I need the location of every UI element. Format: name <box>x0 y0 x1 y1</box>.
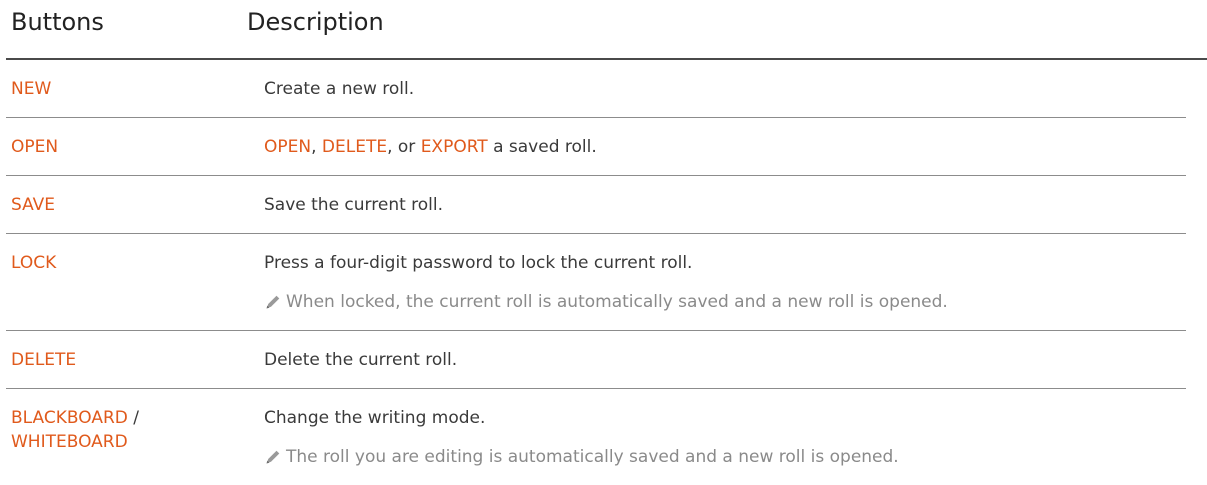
export-keyword: EXPORT <box>420 137 488 157</box>
note-lock: When locked, the current roll is automat… <box>264 290 948 314</box>
note-blackboard-whiteboard-text: The roll you are editing is automaticall… <box>286 447 899 467</box>
note-lock-text: When locked, the current roll is automat… <box>286 292 948 312</box>
button-name-blackboard-whiteboard: BLACKBOARD / WHITEBOARD <box>11 406 139 454</box>
button-name-save: SAVE <box>11 195 56 215</box>
table-row-lock: LOCK Press a four-digit password to lock… <box>6 234 1186 331</box>
header-buttons: Buttons <box>11 8 104 36</box>
table-row-delete: DELETE Delete the current roll. <box>6 331 1186 389</box>
desc-tail: a saved roll. <box>487 137 597 157</box>
button-name-blackboard: BLACKBOARD <box>11 408 128 428</box>
table-row-new: NEW Create a new roll. <box>6 60 1186 118</box>
table-row-open: OPEN OPEN, DELETE, or EXPORT a saved rol… <box>6 118 1186 176</box>
description-new: Create a new roll. <box>264 79 415 99</box>
desc-separator-1: , <box>311 137 322 157</box>
table-row-save: SAVE Save the current roll. <box>6 176 1186 234</box>
description-blackboard-whiteboard: Change the writing mode. <box>264 408 486 428</box>
description-lock: Press a four-digit password to lock the … <box>264 253 693 273</box>
open-keyword: OPEN <box>264 137 312 157</box>
button-name-lock: LOCK <box>11 253 57 273</box>
description-save: Save the current roll. <box>264 195 444 215</box>
description-open: OPEN, DELETE, or EXPORT a saved roll. <box>264 135 597 159</box>
table-row-blackboard-whiteboard: BLACKBOARD / WHITEBOARD Change the writi… <box>6 389 1186 485</box>
description-delete: Delete the current roll. <box>264 350 458 370</box>
pencil-icon <box>266 295 280 309</box>
pencil-icon <box>266 450 280 464</box>
note-blackboard-whiteboard: The roll you are editing is automaticall… <box>264 445 899 469</box>
button-name-separator: / <box>127 408 139 428</box>
button-name-delete: DELETE <box>11 350 77 370</box>
desc-separator-2: , or <box>387 137 421 157</box>
button-name-new: NEW <box>11 79 52 99</box>
buttons-description-table: Buttons Description NEW Create a new rol… <box>6 0 1207 485</box>
delete-keyword: DELETE <box>321 137 388 157</box>
table-header: Buttons Description <box>6 0 1207 60</box>
header-description: Description <box>247 8 384 36</box>
button-name-whiteboard: WHITEBOARD <box>11 432 128 452</box>
button-name-open: OPEN <box>11 137 59 157</box>
